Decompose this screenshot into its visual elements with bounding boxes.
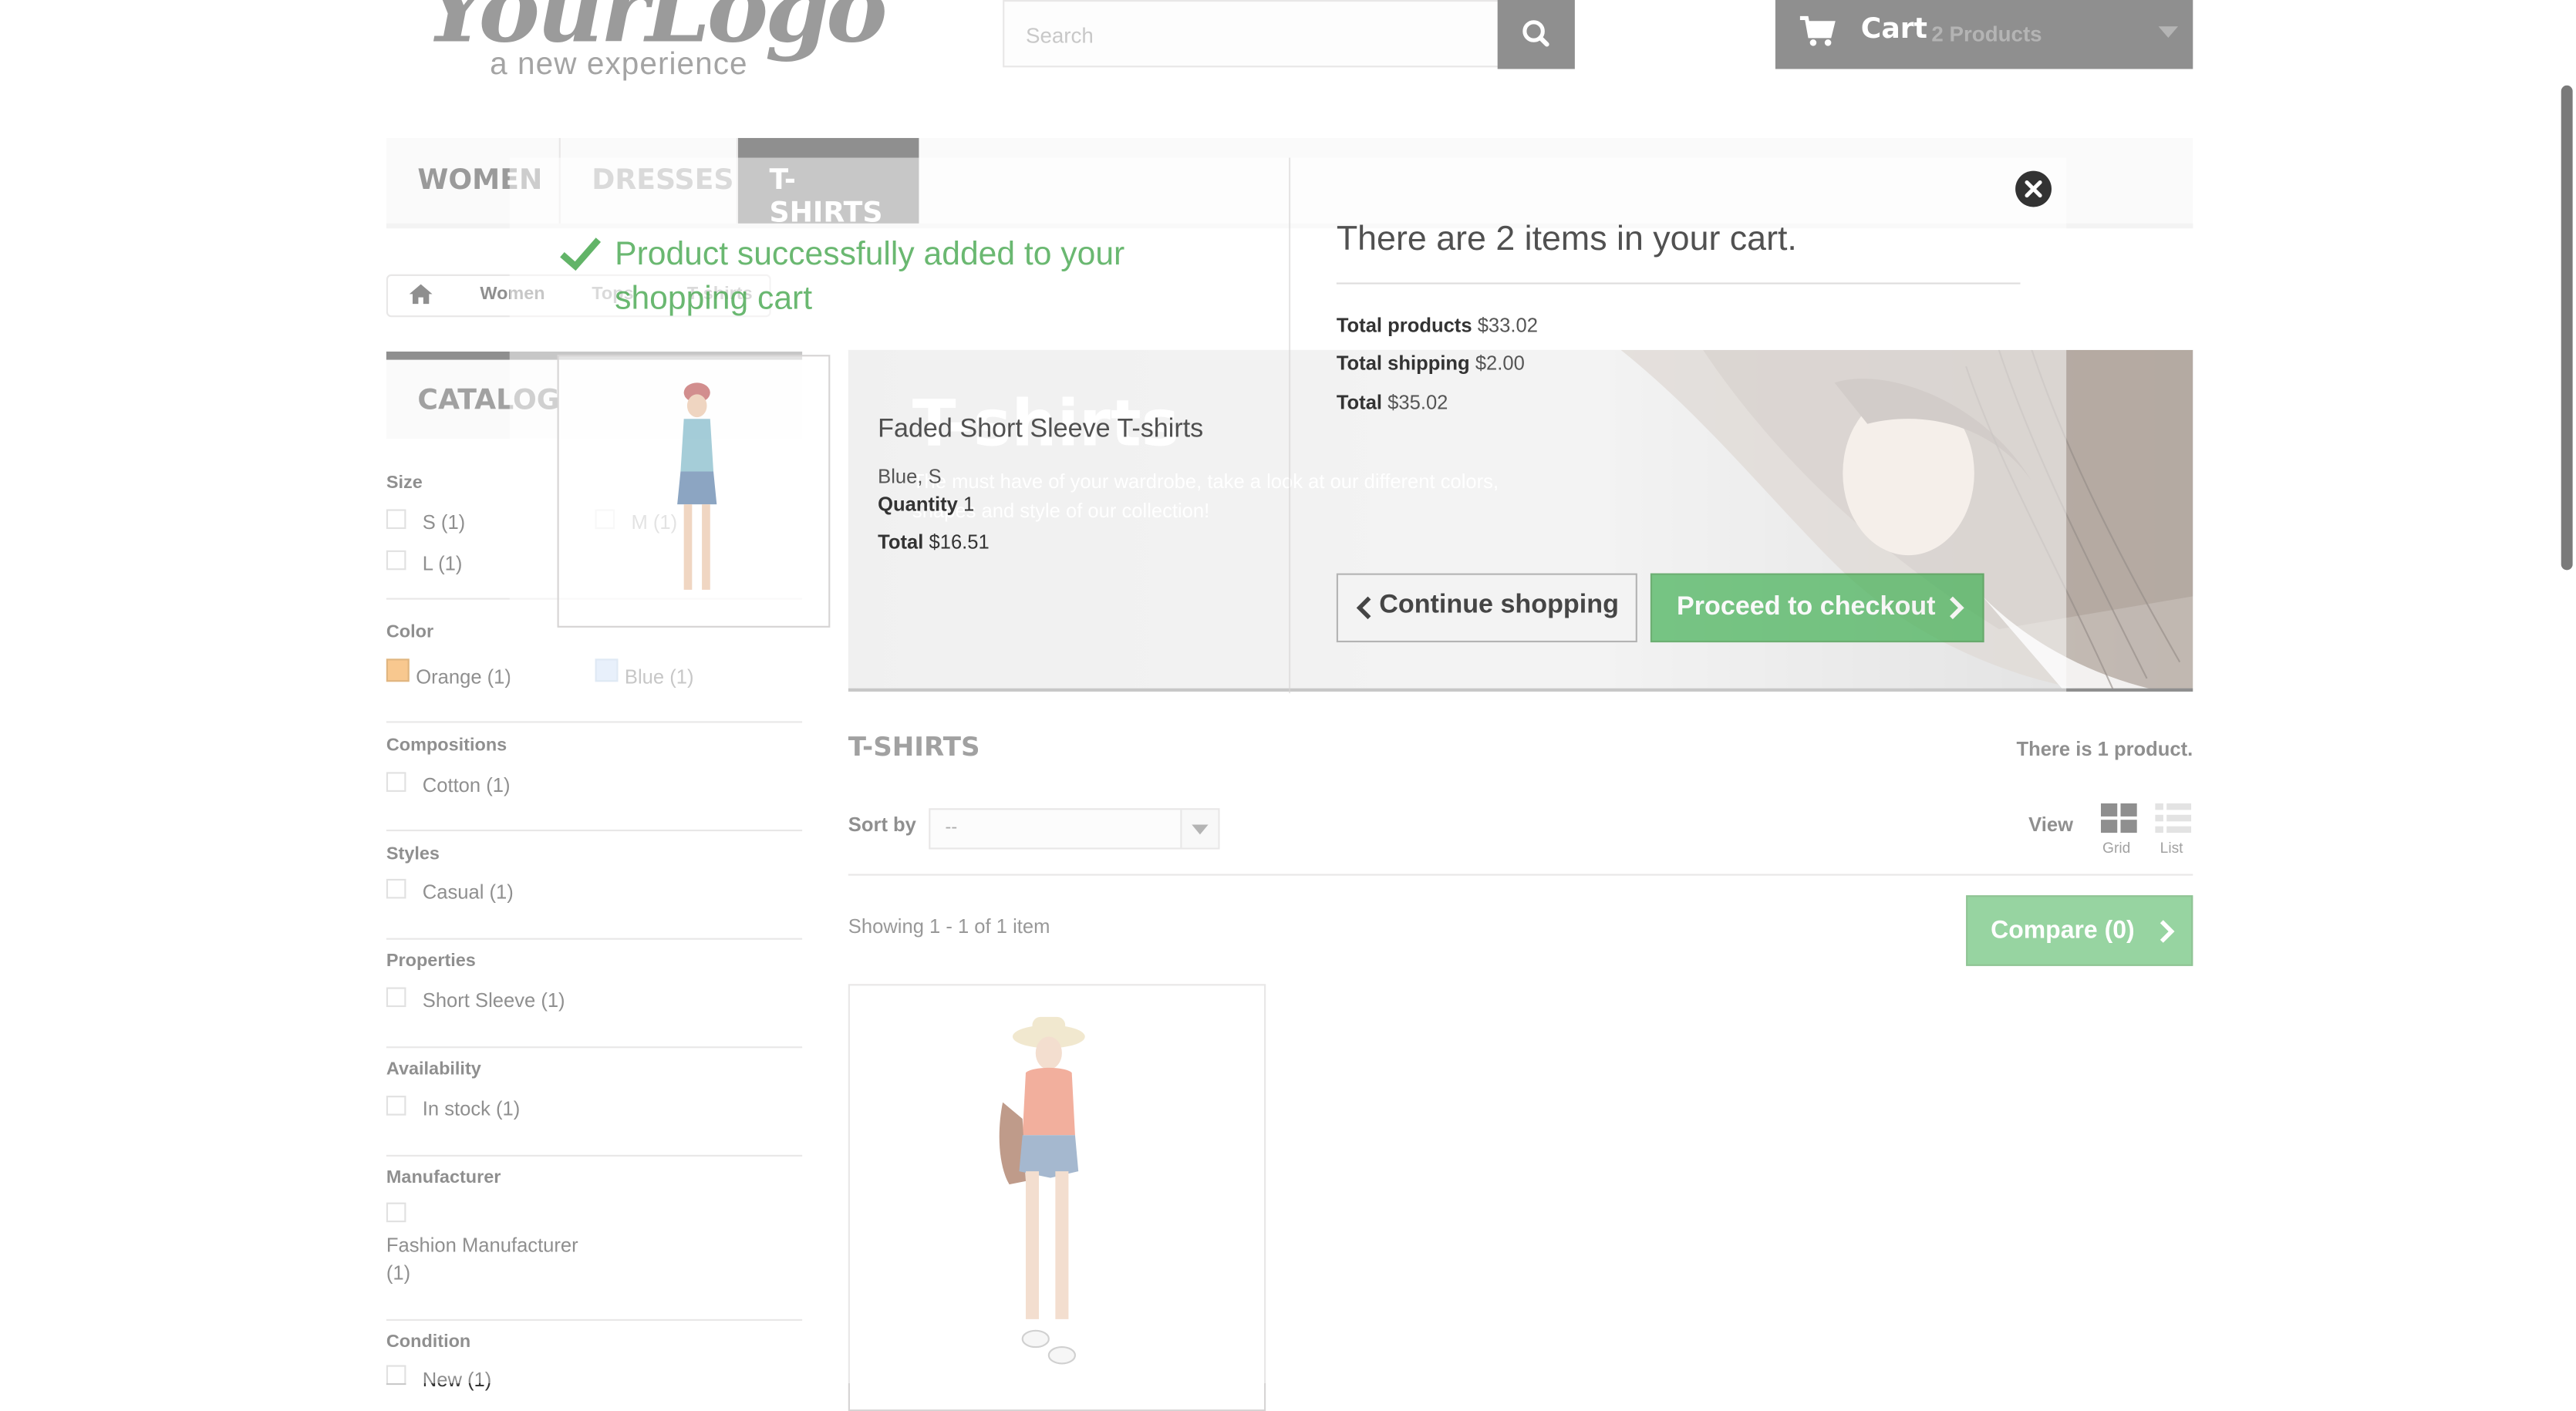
cart-total-value: $35.02: [1387, 391, 1448, 414]
quantity-label: Quantity: [878, 493, 958, 517]
close-modal-button[interactable]: [2015, 170, 2052, 207]
total-products-row: Total products $33.02: [1337, 314, 1538, 337]
total-products-value: $33.02: [1477, 313, 1538, 337]
added-product-thumbnail: [557, 355, 831, 628]
page-scrollbar[interactable]: [2561, 85, 2573, 571]
added-to-cart-message: Product successfully added to your shopp…: [615, 236, 1125, 318]
cart-total-label: Total: [1336, 391, 1383, 414]
added-product-quantity: Quantity 1: [878, 493, 974, 516]
total-products-label: Total products: [1336, 313, 1472, 337]
total-shipping-row: Total shipping $2.00: [1337, 352, 1525, 375]
quantity-value: 1: [963, 493, 975, 517]
total-shipping-label: Total shipping: [1336, 351, 1470, 375]
added-product-attributes: Blue, S: [878, 464, 942, 488]
modal-column-divider: [1289, 157, 1291, 694]
modal-divider: [1336, 282, 2021, 285]
proceed-to-checkout-label: Proceed to checkout: [1677, 593, 1936, 621]
product-total-label: Total: [878, 530, 924, 554]
check-icon: [559, 235, 602, 280]
cart-total-row: Total $35.02: [1337, 391, 1448, 414]
continue-shopping-button[interactable]: Continue shopping: [1336, 573, 1637, 643]
total-shipping-value: $2.00: [1475, 351, 1525, 375]
chevron-right-icon: [1950, 596, 1964, 620]
continue-shopping-label: Continue shopping: [1379, 591, 1619, 620]
product-thumbnail-image: [677, 382, 717, 590]
product-total-value: $16.51: [929, 530, 990, 554]
chevron-left-icon: [1356, 596, 1371, 620]
proceed-to-checkout-button[interactable]: Proceed to checkout: [1650, 573, 1984, 643]
added-product-name: Faded Short Sleeve T-shirts: [878, 416, 1204, 444]
added-product-total: Total $16.51: [878, 530, 990, 554]
cart-items-summary: There are 2 items in your cart.: [1336, 220, 1797, 258]
close-icon: [2025, 180, 2042, 198]
